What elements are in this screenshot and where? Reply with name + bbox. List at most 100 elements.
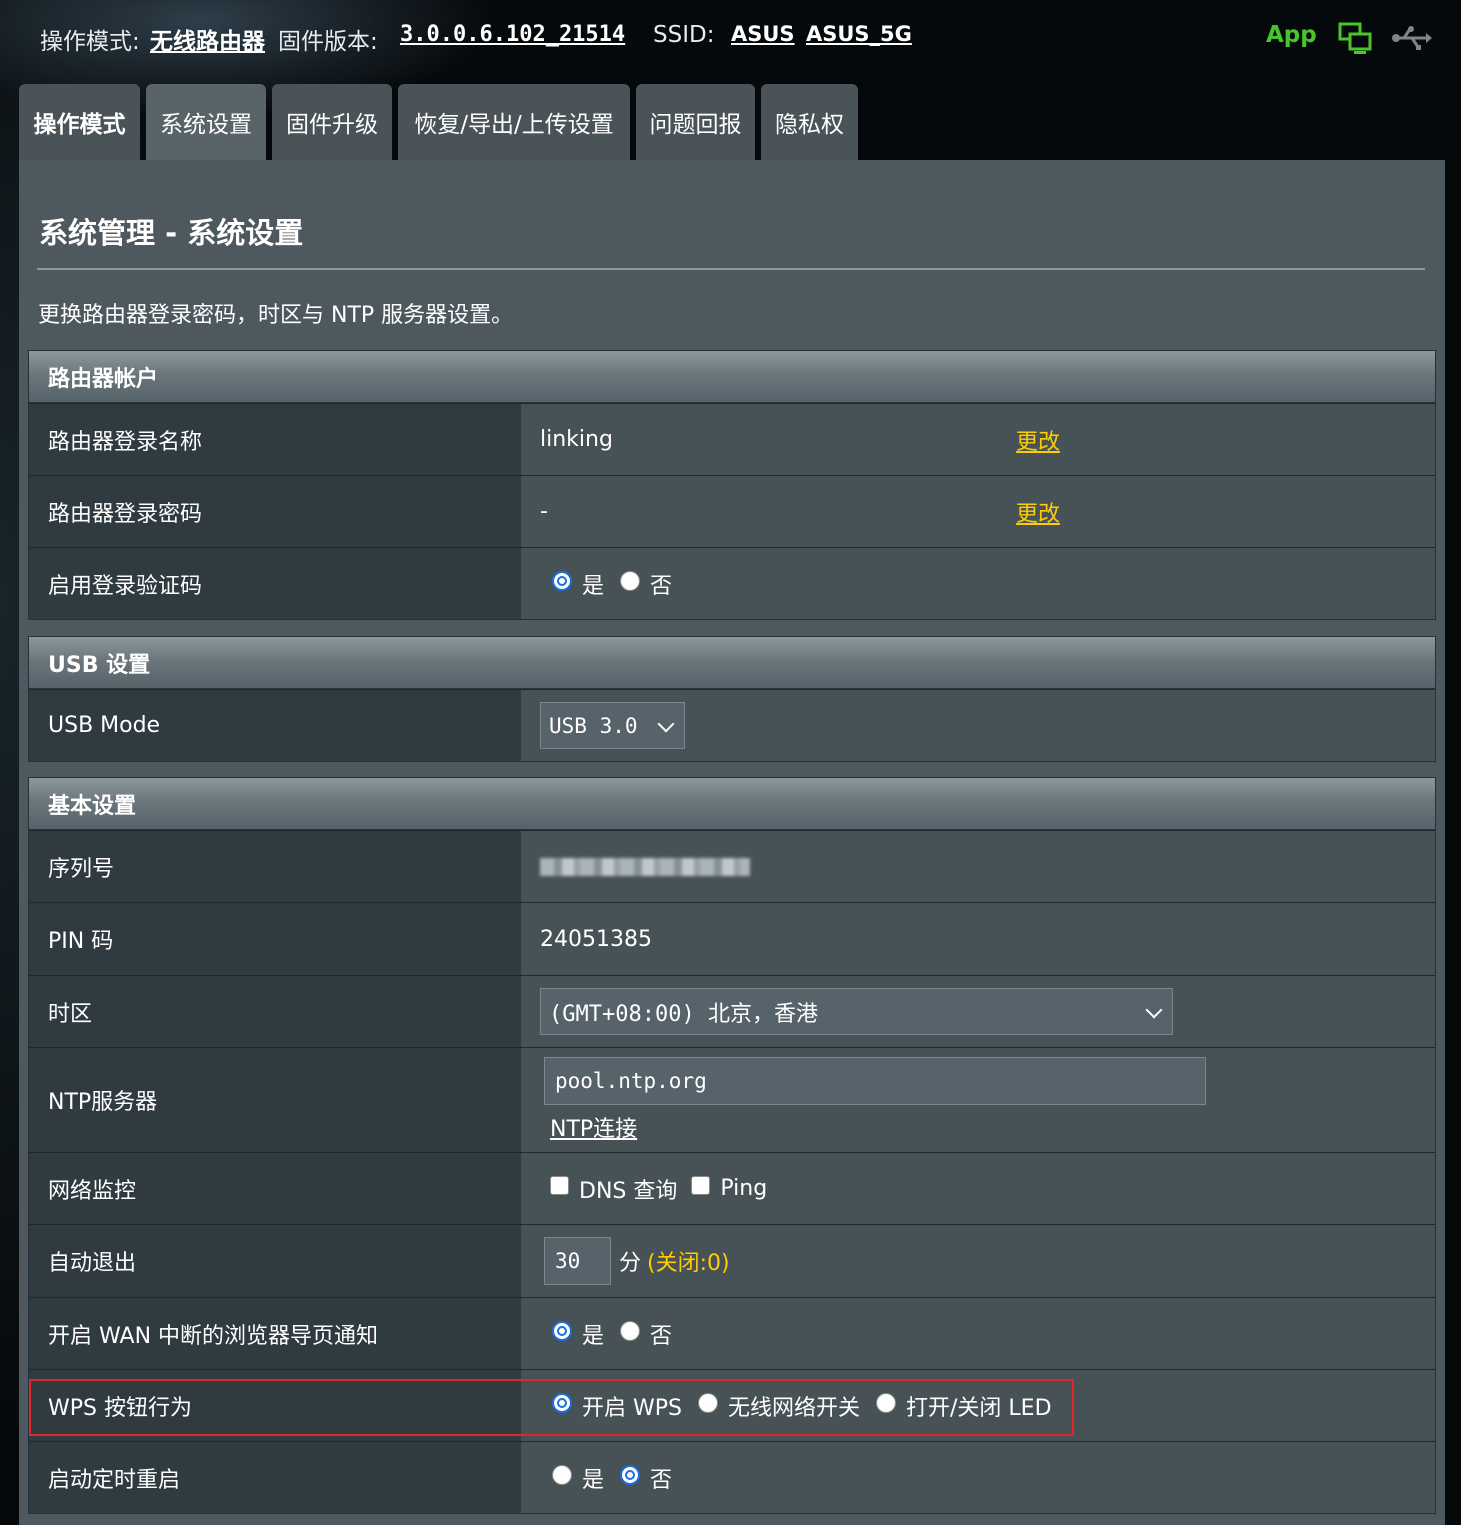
pin-label: PIN 码 <box>29 903 521 975</box>
wan-notify-label: 开启 WAN 中断的浏览器导页通知 <box>29 1298 521 1369</box>
wan-notify-row: 开启 WAN 中断的浏览器导页通知 是 否 <box>29 1297 1435 1369</box>
captcha-yes-option[interactable]: 是 <box>552 568 604 600</box>
wps-wireless-toggle-label: 无线网络开关 <box>727 1395 860 1421</box>
op-mode-label: 操作模式: <box>40 29 140 55</box>
usb-status-icon[interactable] <box>1390 24 1432 52</box>
timezone-select[interactable]: (GMT+08:00) 北京，香港 <box>540 988 1173 1035</box>
ping-label: Ping <box>720 1176 768 1201</box>
login-name-row: 路由器登录名称 linking 更改 <box>29 403 1435 475</box>
tab-feedback[interactable]: 问题回报 <box>636 84 755 160</box>
tab-system-settings[interactable]: 系统设置 <box>146 84 266 160</box>
wps-button-label: WPS 按钮行为 <box>29 1370 521 1441</box>
login-password-cell: - 更改 <box>521 476 1435 547</box>
network-status-icon[interactable] <box>1338 22 1374 56</box>
op-mode-link[interactable]: 无线路由器 <box>150 22 265 56</box>
scheduled-reboot-options: 是 否 <box>521 1442 1435 1513</box>
tab-operation-mode[interactable]: 操作模式 <box>19 84 140 160</box>
wps-button-row: WPS 按钮行为 开启 WPS 无线网络开关 打开/关闭 LED <box>29 1369 1435 1441</box>
title-divider <box>37 268 1425 270</box>
wps-button-options: 开启 WPS 无线网络开关 打开/关闭 LED <box>521 1370 1435 1441</box>
timezone-label: 时区 <box>29 976 521 1047</box>
wan-notify-no-radio[interactable] <box>620 1320 641 1341</box>
wps-enable-radio[interactable] <box>552 1392 572 1413</box>
wps-enable-option[interactable]: 开启 WPS <box>552 1390 682 1422</box>
change-login-name-link[interactable]: 更改 <box>1016 424 1060 456</box>
captcha-yes-label: 是 <box>582 573 605 599</box>
auto-logout-input[interactable]: 30 <box>544 1237 611 1285</box>
timezone-row: 时区 (GMT+08:00) 北京，香港 <box>29 975 1435 1047</box>
scheduled-reboot-row: 启动定时重启 是 否 <box>29 1441 1435 1513</box>
wan-notify-yes-radio[interactable] <box>552 1320 572 1341</box>
chevron-down-icon <box>1145 1001 1163 1019</box>
captcha-label: 启用登录验证码 <box>29 548 521 619</box>
section-header: 基本设置 <box>29 778 1435 830</box>
wan-notify-yes-label: 是 <box>582 1323 605 1349</box>
captcha-no-label: 否 <box>650 573 673 599</box>
dns-query-checkbox[interactable] <box>550 1176 569 1195</box>
timezone-cell: (GMT+08:00) 北京，香港 <box>521 976 1435 1047</box>
serial-cell <box>521 831 1435 902</box>
ntp-server-value: pool.ntp.org <box>555 1069 707 1093</box>
change-login-password-link[interactable]: 更改 <box>1016 496 1060 528</box>
login-name-value: linking <box>540 427 613 452</box>
wps-enable-label: 开启 WPS <box>582 1395 682 1421</box>
auto-logout-row: 自动退出 30 分 (关闭:0) <box>29 1224 1435 1297</box>
ssid-5g-link[interactable]: ASUS_5G <box>806 22 912 46</box>
tab-restore-save-upload[interactable]: 恢复/导出/上传设置 <box>398 84 630 160</box>
firmware-link[interactable]: 3.0.0.6.102_21514 <box>400 22 625 47</box>
pin-row: PIN 码 24051385 <box>29 902 1435 975</box>
auto-logout-value: 30 <box>555 1249 581 1273</box>
usb-mode-value: USB 3.0 <box>549 713 638 738</box>
auto-logout-unit: 分 <box>619 1251 642 1276</box>
wan-notify-no-option[interactable]: 否 <box>620 1318 672 1350</box>
captcha-options: 是 否 <box>521 548 1435 619</box>
auto-logout-cell: 30 分 (关闭:0) <box>521 1225 1435 1297</box>
app-link[interactable]: App <box>1266 22 1317 48</box>
reboot-yes-option[interactable]: 是 <box>552 1462 604 1494</box>
ping-option[interactable]: Ping <box>691 1176 767 1201</box>
usb-mode-select[interactable]: USB 3.0 <box>540 702 685 749</box>
ntp-server-input[interactable]: pool.ntp.org <box>544 1057 1206 1105</box>
page-title: 系统管理 - 系统设置 <box>39 216 304 250</box>
wan-notify-no-label: 否 <box>650 1323 673 1349</box>
reboot-no-option[interactable]: 否 <box>620 1462 672 1494</box>
login-password-label: 路由器登录密码 <box>29 476 521 547</box>
captcha-no-radio[interactable] <box>620 570 641 591</box>
ping-checkbox[interactable] <box>691 1176 711 1195</box>
usb-mode-label: USB Mode <box>29 690 521 761</box>
serial-row: 序列号 <box>29 830 1435 902</box>
ntp-cell: pool.ntp.org NTP连接 <box>521 1048 1435 1152</box>
wps-led-toggle-option[interactable]: 打开/关闭 LED <box>876 1390 1052 1422</box>
pin-value: 24051385 <box>540 926 652 952</box>
captcha-row: 启用登录验证码 是 否 <box>29 547 1435 619</box>
wan-notify-yes-option[interactable]: 是 <box>552 1318 604 1350</box>
section-header: 路由器帐户 <box>29 351 1435 403</box>
top-status-bar: 操作模式: 无线路由器 固件版本: 3.0.0.6.102_21514 SSID… <box>0 0 1461 76</box>
login-password-value: - <box>540 499 548 524</box>
tab-privacy[interactable]: 隐私权 <box>761 84 858 160</box>
wps-wireless-toggle-radio[interactable] <box>697 1392 718 1413</box>
ssid-2g-link[interactable]: ASUS <box>731 22 795 46</box>
dns-query-option[interactable]: DNS 查询 <box>550 1173 677 1205</box>
captcha-yes-radio[interactable] <box>552 570 572 591</box>
captcha-no-option[interactable]: 否 <box>620 568 672 600</box>
reboot-no-radio[interactable] <box>620 1464 641 1485</box>
router-account-section: 路由器帐户 路由器登录名称 linking 更改 路由器登录密码 - 更改 启用… <box>28 350 1436 620</box>
firmware-label: 固件版本: <box>278 29 378 55</box>
ntp-label: NTP服务器 <box>29 1048 521 1152</box>
login-name-label: 路由器登录名称 <box>29 404 521 475</box>
section-header: USB 设置 <box>29 637 1435 689</box>
timezone-value: (GMT+08:00) 北京，香港 <box>549 1001 818 1027</box>
reboot-yes-radio[interactable] <box>552 1464 572 1485</box>
basic-settings-section: 基本设置 序列号 PIN 码 24051385 时区 (GMT+08:00) 北… <box>28 777 1436 1514</box>
wps-wireless-toggle-option[interactable]: 无线网络开关 <box>697 1390 860 1422</box>
reboot-no-label: 否 <box>650 1467 673 1493</box>
auto-logout-hint: (关闭:0) <box>647 1251 730 1276</box>
wps-led-toggle-radio[interactable] <box>876 1392 896 1413</box>
login-password-row: 路由器登录密码 - 更改 <box>29 475 1435 547</box>
ntp-connection-link[interactable]: NTP连接 <box>550 1111 637 1143</box>
tab-firmware-upgrade[interactable]: 固件升级 <box>272 84 392 160</box>
scheduled-reboot-label: 启动定时重启 <box>29 1442 521 1513</box>
serial-label: 序列号 <box>29 831 521 902</box>
login-name-cell: linking 更改 <box>521 404 1435 475</box>
